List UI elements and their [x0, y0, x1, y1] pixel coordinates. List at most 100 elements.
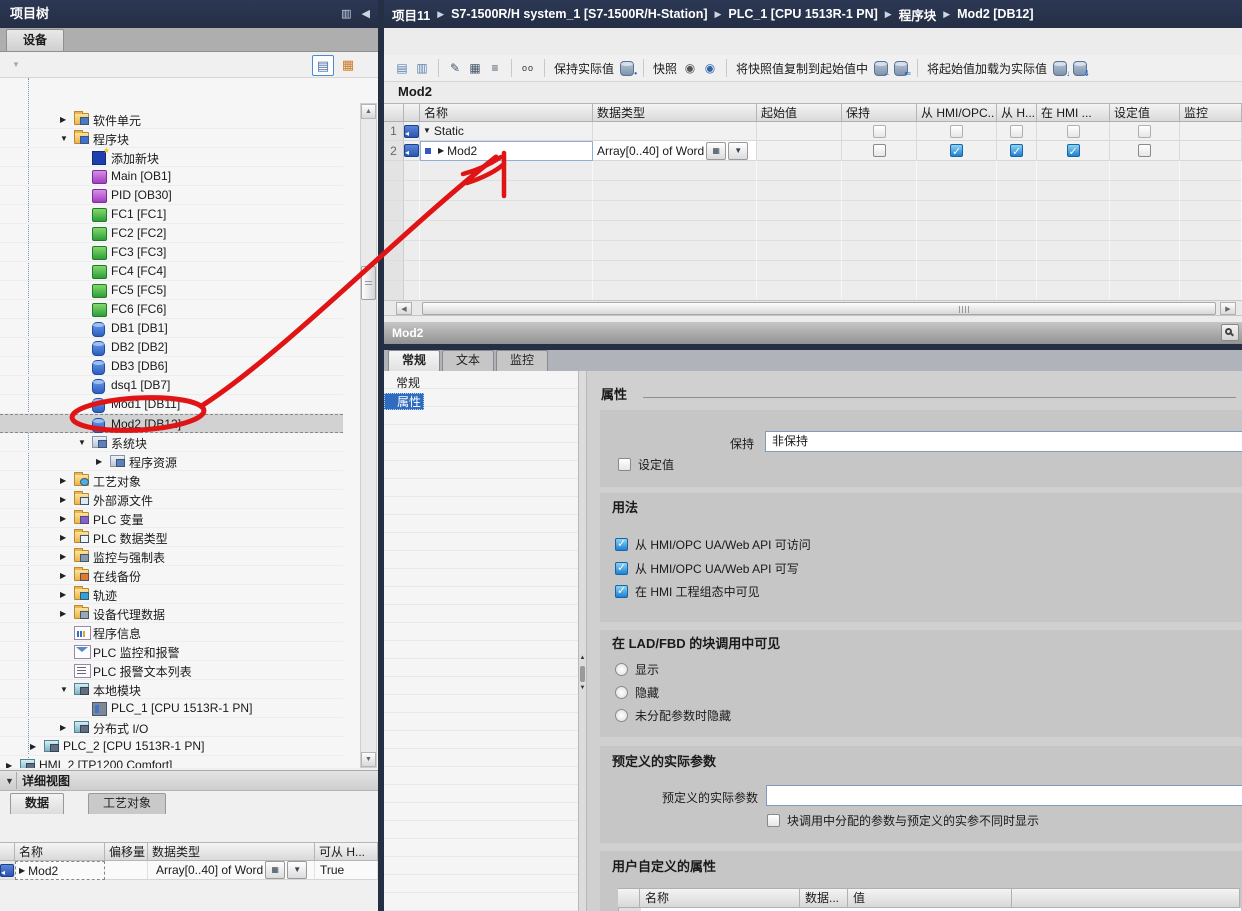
tree-item[interactable]: DB2 [DB2] — [0, 338, 343, 357]
breadcrumb-item-station[interactable]: S7-1500R/H system_1 [S7-1500R/H-Station] — [451, 7, 707, 21]
tree-item[interactable]: ▶PLC_2 [CPU 1513R-1 PN] — [0, 737, 343, 756]
tab-general[interactable]: 常规 — [388, 350, 440, 371]
chevron-down-icon[interactable]: ▼ — [5, 771, 14, 791]
copy-snapshot-to-start-button[interactable]: 将快照值复制到起始值中 — [736, 60, 868, 77]
expand-arrow-icon[interactable]: ▶ — [60, 552, 70, 561]
scrollbar-thumb[interactable] — [361, 266, 376, 300]
breadcrumb-item-plc[interactable]: PLC_1 [CPU 1513R-1 PN] — [728, 7, 877, 21]
nav-item-general[interactable]: 常规 — [384, 375, 578, 392]
db-table-empty-row[interactable] — [384, 281, 1242, 301]
add-row-icon[interactable] — [412, 59, 432, 78]
col-accessible[interactable]: 可从 H... — [315, 842, 378, 861]
hide-radio[interactable] — [615, 686, 628, 699]
collapse-arrow-icon[interactable]: ▼ — [423, 122, 431, 140]
scrollbar-thumb[interactable] — [580, 666, 585, 682]
tree-item[interactable]: ▶轨迹 — [0, 585, 343, 604]
scrollbar-thumb[interactable] — [422, 302, 1216, 315]
scroll-up-icon[interactable]: ▲ — [579, 655, 586, 661]
db-table-hscrollbar[interactable]: ◀ ▶ — [384, 300, 1242, 316]
copy-snapshot-all-icon[interactable]: ← — [874, 61, 888, 76]
breadcrumb-item-project[interactable]: 项目11 — [392, 5, 430, 24]
expand-arrow-icon[interactable]: ▼ — [78, 438, 88, 447]
tab-devices[interactable]: 设备 — [6, 29, 64, 51]
tree-item[interactable]: Main [OB1] — [0, 167, 343, 186]
expand-arrow-icon[interactable]: ▶ — [6, 761, 16, 768]
scroll-down-icon[interactable]: ▼ — [579, 685, 586, 691]
col-name[interactable]: 名称 — [420, 103, 593, 122]
col-name[interactable]: 名称 — [640, 888, 800, 908]
tree-item[interactable]: ▶HMI_2 [TP1200 Comfort] — [0, 756, 343, 768]
setpoint-checkbox[interactable] — [1138, 125, 1151, 138]
update-interface-icon[interactable] — [465, 59, 485, 78]
in-hmi-checkbox[interactable] — [1067, 125, 1080, 138]
load-start-selected-icon[interactable]: ⇓ — [1073, 61, 1087, 76]
breadcrumb-item-program-blocks[interactable]: 程序块 — [899, 5, 937, 24]
datatype-cell[interactable]: Array[0..40] of Word ▦ ▼ — [593, 141, 757, 161]
tree-item[interactable]: ▶程序资源 — [0, 452, 343, 471]
name-cell-selected[interactable]: ▶ Mod2 — [420, 141, 593, 161]
hide-unassigned-radio[interactable] — [615, 709, 628, 722]
show-different-checkbox[interactable] — [767, 814, 780, 827]
db-table-empty-row[interactable] — [384, 241, 1242, 261]
table-view-icon[interactable] — [338, 55, 358, 74]
tree-item[interactable]: Mod2 [DB12] — [0, 414, 343, 433]
col-name[interactable]: 名称 — [15, 842, 105, 861]
col-in-hmi[interactable]: 在 HMI ... — [1037, 103, 1110, 122]
col-monitor[interactable]: 监控 — [1180, 103, 1242, 122]
expand-arrow-icon[interactable]: ▶ — [60, 571, 70, 580]
col-datatype[interactable]: 数据类型 — [148, 842, 315, 861]
tree-item[interactable]: 添加新块 — [0, 148, 343, 167]
writable-checkbox[interactable] — [615, 562, 628, 575]
retain-select[interactable]: 非保持 — [765, 431, 1242, 452]
snapshot-icon[interactable] — [680, 59, 700, 78]
tree-item[interactable]: Mod1 [DB11] — [0, 395, 343, 414]
name-cell[interactable]: ▼ Static — [420, 122, 593, 141]
expand-arrow-icon[interactable]: ▶ — [60, 533, 70, 542]
col-value[interactable]: 值 — [848, 888, 1012, 908]
tree-item[interactable]: ▼程序块 — [0, 129, 343, 148]
tree-item[interactable]: ▼本地模块 — [0, 680, 343, 699]
tree-item[interactable]: FC3 [FC3] — [0, 243, 343, 262]
expand-arrow-icon[interactable]: ▶ — [60, 115, 70, 124]
startvalue-cell[interactable] — [757, 141, 842, 161]
tree-item[interactable]: PLC 监控和报警 — [0, 642, 343, 661]
scroll-up-icon[interactable]: ▲ — [361, 104, 376, 119]
tree-scrollbar[interactable]: ▲ ▼ — [360, 103, 377, 768]
setpoint-checkbox[interactable] — [618, 458, 631, 471]
filter-icon[interactable] — [6, 55, 26, 74]
dropdown-arrow-icon[interactable]: ▼ — [287, 861, 307, 879]
reset-start-values-icon[interactable] — [445, 59, 465, 78]
db-table-empty-row[interactable] — [384, 181, 1242, 201]
from-hmi-checkbox[interactable] — [1010, 144, 1023, 157]
tree-item[interactable]: ▶在线备份 — [0, 566, 343, 585]
tree-item[interactable]: FC2 [FC2] — [0, 224, 343, 243]
expand-arrow-icon[interactable]: ▶ — [438, 142, 444, 160]
tree-item[interactable]: ▶外部源文件 — [0, 490, 343, 509]
tree-item[interactable]: ▼系统块 — [0, 433, 343, 452]
db-table-row-static[interactable]: 1 ▼ Static — [384, 122, 1242, 141]
from-hmi-checkbox[interactable] — [1010, 125, 1023, 138]
tree-item[interactable]: 程序信息 — [0, 623, 343, 642]
col-hmi-opc[interactable]: 从 HMI/OPC.. — [917, 103, 997, 122]
col-datatype[interactable]: 数据类型 — [593, 103, 757, 122]
expand-all-icon[interactable] — [485, 59, 505, 78]
detail-row-name-cell[interactable]: ▶ Mod2 — [15, 861, 105, 880]
tree-item[interactable]: ▶PLC 变量 — [0, 509, 343, 528]
details-view-toggle-icon[interactable] — [312, 55, 334, 76]
tab-data[interactable]: 数据 — [10, 793, 64, 814]
breadcrumb-item-block[interactable]: Mod2 [DB12] — [957, 7, 1033, 21]
expand-arrow-icon[interactable]: ▶ — [60, 476, 70, 485]
tree-item[interactable]: ▶PLC 数据类型 — [0, 528, 343, 547]
load-start-as-actual-button[interactable]: 将起始值加载为实际值 — [927, 60, 1047, 77]
tree-item[interactable]: PLC 报警文本列表 — [0, 661, 343, 680]
expand-arrow-icon[interactable]: ▶ — [60, 495, 70, 504]
tree-item[interactable]: DB1 [DB1] — [0, 319, 343, 338]
tree-item[interactable]: dsq1 [DB7] — [0, 376, 343, 395]
tree-item[interactable]: ▶分布式 I/O — [0, 718, 343, 737]
col-retain[interactable]: 保持 — [842, 103, 917, 122]
db-table-row-mod2[interactable]: 2 ▶ Mod2 Array[0..40] of Word ▦ ▼ — [384, 141, 1242, 161]
properties-nav-scrollbar[interactable]: ▲ ▼ — [578, 371, 587, 911]
detail-table-row[interactable]: ▶ Mod2 Array[0..40] of Word ▦ ▼ True — [0, 861, 378, 880]
expand-arrow-icon[interactable]: ▶ — [60, 590, 70, 599]
array-view-icon[interactable]: ▦ — [265, 861, 285, 879]
